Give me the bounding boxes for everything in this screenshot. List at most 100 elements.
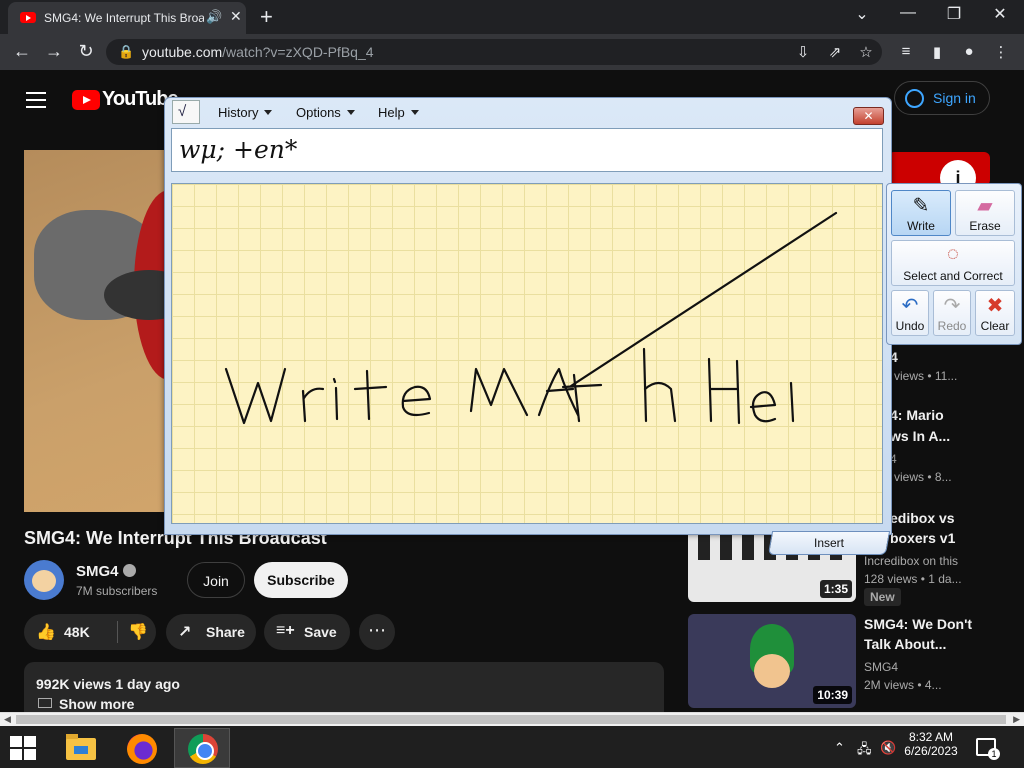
hamburger-menu-icon[interactable] bbox=[26, 92, 46, 108]
lock-icon: 🔒 bbox=[118, 44, 135, 59]
tool-palette: ✎ Write ▰ Erase ◌ Select and Correct ↶ U… bbox=[886, 183, 1022, 345]
insert-button[interactable]: Insert bbox=[767, 531, 891, 555]
channel-avatar[interactable] bbox=[24, 560, 64, 600]
system-clock[interactable]: 8:32 AM 6/26/2023 bbox=[904, 730, 958, 758]
rec-thumbnail[interactable]: 10:39 bbox=[688, 614, 856, 708]
rec-meta: 2M views • 4... bbox=[864, 678, 942, 692]
pen-icon: ✎ bbox=[912, 195, 930, 217]
notification-center-icon[interactable]: 1 bbox=[976, 738, 1000, 760]
clear-button[interactable]: ✖ Clear bbox=[975, 290, 1015, 336]
scroll-left-icon[interactable]: ◀ bbox=[4, 714, 11, 725]
video-duration: 1:35 bbox=[819, 580, 852, 598]
eraser-icon: ▰ bbox=[977, 195, 993, 217]
side-panel-icon[interactable]: ▮ bbox=[926, 43, 948, 61]
channel-name[interactable]: SMG4 bbox=[76, 563, 136, 580]
menu-options[interactable]: Options bbox=[296, 105, 355, 120]
tray-overflow-icon[interactable]: ⌃ bbox=[834, 740, 845, 756]
profile-icon[interactable]: ● bbox=[958, 43, 980, 60]
new-tab-button[interactable]: + bbox=[260, 4, 273, 30]
rec-title-line2[interactable]: Talk About... bbox=[864, 636, 946, 652]
chrome-menu-icon[interactable]: ⋮ bbox=[990, 43, 1012, 61]
youtube-play-icon bbox=[72, 89, 100, 110]
volume-muted-icon[interactable]: 🔇 bbox=[880, 740, 896, 756]
chevron-down-icon bbox=[264, 110, 273, 115]
math-preview-area[interactable]: wμ; +en* bbox=[171, 128, 883, 172]
like-count: 48K bbox=[64, 624, 90, 640]
subscribe-button[interactable]: Subscribe bbox=[254, 562, 348, 598]
undo-button[interactable]: ↶ Undo bbox=[891, 290, 929, 336]
scroll-right-icon[interactable]: ▶ bbox=[1013, 714, 1020, 725]
install-icon[interactable]: ⇩ bbox=[792, 43, 814, 61]
select-correct-button[interactable]: ◌ Select and Correct bbox=[891, 240, 1015, 286]
menu-history[interactable]: History bbox=[218, 105, 273, 120]
reload-button[interactable]: ↻ bbox=[74, 41, 98, 62]
network-icon[interactable]: 🖧 bbox=[857, 740, 872, 762]
write-tool-button[interactable]: ✎ Write bbox=[891, 190, 951, 236]
redo-icon: ↷ bbox=[943, 295, 961, 317]
video-duration: 10:39 bbox=[813, 686, 852, 704]
clock-date: 6/26/2023 bbox=[904, 744, 958, 758]
file-explorer-icon[interactable] bbox=[52, 728, 108, 768]
rec-channel: Incredibox on this bbox=[864, 554, 959, 568]
forward-button[interactable]: → bbox=[42, 41, 66, 62]
maximize-button[interactable]: ❐ bbox=[932, 4, 976, 24]
address-bar[interactable]: 🔒 youtube.com/watch?v=zXQD-PfBq_4 bbox=[106, 39, 882, 65]
share-button[interactable]: ↗ Share bbox=[166, 614, 256, 650]
erase-tool-button[interactable]: ▰ Erase bbox=[955, 190, 1015, 236]
show-more-icon bbox=[38, 698, 52, 708]
account-icon bbox=[905, 89, 924, 108]
undo-icon: ↶ bbox=[901, 295, 919, 317]
clock-time: 8:32 AM bbox=[908, 730, 954, 744]
more-actions-button[interactable]: ⋯ bbox=[359, 614, 395, 650]
rec-meta: views • 8... bbox=[894, 470, 952, 484]
bookmark-star-icon[interactable]: ☆ bbox=[855, 43, 877, 61]
minimize-button[interactable]: — bbox=[886, 4, 930, 22]
rec-title[interactable]: SMG4: We Don't bbox=[864, 616, 972, 632]
thumbs-down-icon[interactable]: 👎 bbox=[128, 622, 148, 642]
chevron-down-icon bbox=[346, 110, 355, 115]
share-icon: ↗ bbox=[178, 624, 192, 641]
handwriting-ink bbox=[224, 211, 838, 425]
join-button[interactable]: Join bbox=[187, 562, 245, 598]
sign-in-button[interactable]: Sign in bbox=[894, 81, 990, 115]
show-more-link[interactable]: Show more bbox=[59, 696, 134, 712]
rec-title-line2[interactable]: ws In A... bbox=[890, 428, 950, 444]
lasso-icon: ◌ bbox=[947, 243, 959, 265]
chrome-icon[interactable] bbox=[174, 728, 230, 768]
back-button[interactable]: ← bbox=[10, 41, 34, 62]
media-control-icon[interactable]: ≡ bbox=[895, 43, 917, 60]
tab-search-icon[interactable]: ⌄ bbox=[840, 4, 884, 24]
windows-start-icon[interactable] bbox=[10, 736, 36, 760]
redo-button[interactable]: ↷ Redo bbox=[933, 290, 971, 336]
rec-channel: SMG4 bbox=[864, 660, 899, 674]
tab-title: SMG4: We Interrupt This Broadcast bbox=[44, 11, 204, 25]
close-window-button[interactable]: ✕ bbox=[978, 4, 1022, 24]
speaker-icon[interactable]: 🔊 bbox=[206, 9, 222, 25]
menu-help[interactable]: Help bbox=[378, 105, 419, 120]
math-panel-app-icon bbox=[172, 100, 200, 124]
view-stats: 992K views 1 day ago bbox=[36, 676, 180, 692]
share-page-icon[interactable]: ⇗ bbox=[824, 43, 846, 61]
math-panel-close-button[interactable]: ✕ bbox=[853, 107, 884, 125]
like-dislike-bar[interactable]: 👍 48K 👎 bbox=[24, 614, 156, 650]
browser-tab[interactable]: SMG4: We Interrupt This Broadcast 🔊 ✕ bbox=[8, 2, 246, 34]
horizontal-scrollbar[interactable]: ◀ ▶ bbox=[0, 712, 1024, 726]
notification-count: 1 bbox=[988, 748, 1000, 760]
clear-x-icon: ✖ bbox=[986, 295, 1004, 317]
rec-title-line2[interactable]: boxers v1 bbox=[890, 530, 955, 546]
recognized-expression: wμ; +en* bbox=[179, 135, 298, 164]
youtube-logo[interactable]: YouTube bbox=[72, 88, 179, 111]
rec-title[interactable]: edibox vs bbox=[890, 510, 955, 526]
save-button[interactable]: ≡+ Save bbox=[264, 614, 350, 650]
playlist-add-icon: ≡+ bbox=[276, 622, 295, 639]
rec-title[interactable]: 4: Mario bbox=[890, 407, 944, 423]
rec-meta: views • 11... bbox=[894, 369, 958, 383]
youtube-favicon-icon bbox=[20, 12, 36, 23]
chevron-down-icon bbox=[410, 110, 419, 115]
firefox-icon[interactable] bbox=[114, 728, 170, 768]
thumbs-up-icon[interactable]: 👍 bbox=[36, 622, 56, 642]
tab-close-icon[interactable]: ✕ bbox=[230, 8, 242, 25]
new-badge: New bbox=[864, 588, 901, 606]
subscriber-count: 7M subscribers bbox=[76, 584, 158, 598]
rec-meta: 128 views • 1 da... bbox=[864, 572, 962, 586]
